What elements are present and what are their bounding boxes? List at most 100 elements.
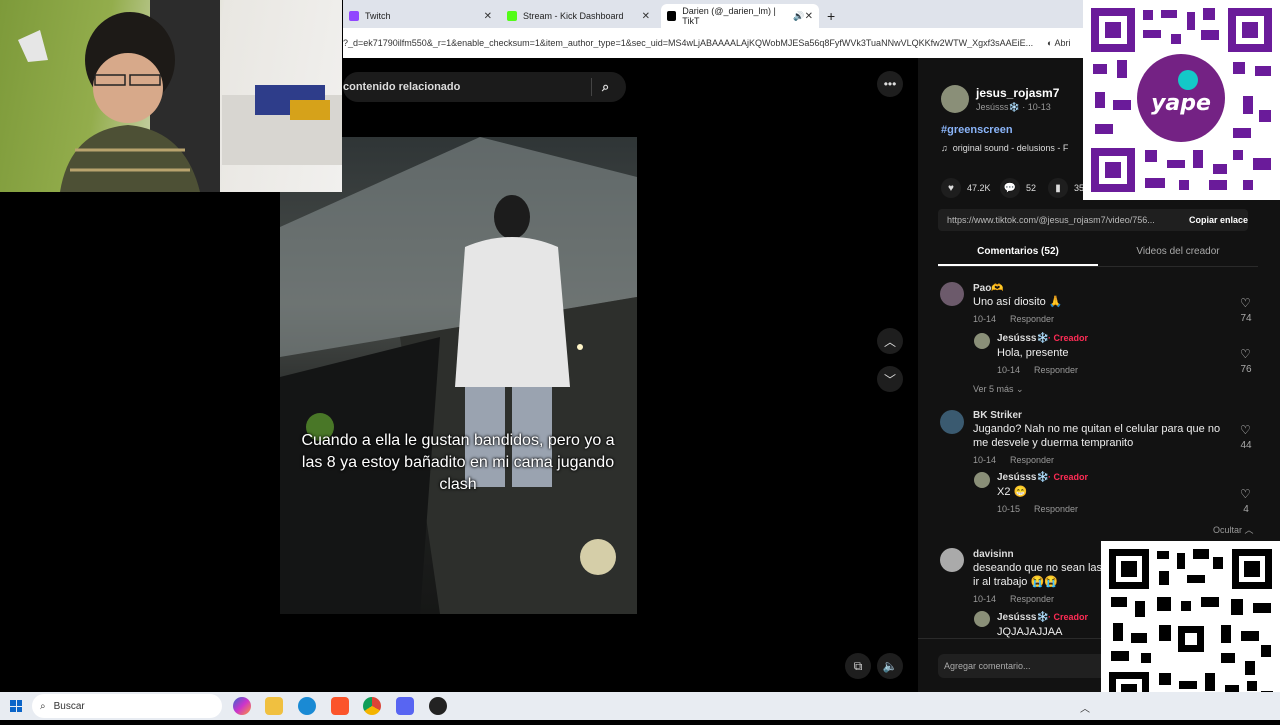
reply-button[interactable]: Responder — [1010, 455, 1054, 465]
brave-icon[interactable] — [331, 697, 349, 715]
comment-text: Uno así diosito 🙏 — [973, 296, 1063, 308]
view-more-replies[interactable]: Ver 5 más ⌄ — [973, 384, 1024, 395]
author-display: Jesússs❄️ · 10-13 — [976, 102, 1051, 112]
comment-text: deseando que no sean las ir al trabajo 😭… — [973, 562, 1103, 588]
speaker-icon: 🔊 — [793, 10, 805, 21]
tab-comments[interactable]: Comentarios (52) — [938, 246, 1098, 257]
tab-kick[interactable]: Stream - Kick Dashboard ✕ — [501, 4, 656, 28]
avatar[interactable] — [974, 333, 990, 349]
discord-icon[interactable] — [396, 697, 414, 715]
video-scene — [280, 137, 637, 614]
reply-date: 10-15 — [997, 504, 1021, 514]
like-count: 74 — [1240, 313, 1252, 324]
bookmark-icon[interactable]: ▮ — [1048, 178, 1068, 198]
comment-user[interactable]: davisinn — [973, 549, 1014, 560]
webcam-overlay — [0, 0, 342, 192]
reply-date: 10-14 — [997, 365, 1021, 375]
start-button[interactable] — [10, 700, 22, 712]
chevron-down-icon[interactable]: ﹀ — [877, 366, 903, 392]
file-explorer-icon[interactable] — [265, 697, 283, 715]
comment-text: Jugando? Nah no me quitan el celular par… — [973, 423, 1221, 449]
reply-text: X2 😁 — [997, 486, 1028, 498]
reply-user[interactable]: Jesússs❄️ — [997, 472, 1049, 483]
avatar[interactable] — [940, 282, 964, 306]
reply-text: JQJAJAJJAA — [997, 626, 1063, 638]
copy-link-button[interactable]: Copiar enlace — [1183, 215, 1248, 225]
music-icon: ♫ — [941, 143, 948, 153]
twitch-icon — [349, 11, 359, 21]
obs-icon[interactable] — [429, 697, 447, 715]
qr-pattern: yape — [1083, 0, 1280, 200]
comment-icon[interactable]: 💬 — [1000, 178, 1020, 198]
avatar[interactable] — [940, 410, 964, 434]
taskbar-search[interactable]: ⌕ Buscar — [32, 694, 222, 718]
creator-badge: · Creador — [1048, 472, 1089, 482]
close-icon[interactable]: ✕ — [484, 11, 492, 22]
hide-replies[interactable]: Ocultar ︿ — [1213, 523, 1254, 536]
close-icon[interactable]: ✕ — [805, 11, 813, 22]
like-icon[interactable]: ♡ — [1240, 347, 1251, 361]
hashtag-link[interactable]: #greenscreen — [941, 124, 1013, 136]
comment-user[interactable]: BK Striker — [973, 410, 1022, 421]
search-icon: ⌕ — [40, 700, 46, 712]
reply-user[interactable]: Jesússs❄️ — [997, 612, 1049, 623]
tab-label: Stream - Kick Dashboard — [523, 11, 624, 21]
webcam-scene — [18, 0, 342, 192]
sound-link[interactable]: ♫ original sound - delusions - F — [941, 143, 1068, 153]
tab-creator-videos[interactable]: Videos del creador — [1098, 246, 1258, 257]
avatar[interactable] — [940, 548, 964, 572]
more-options-icon[interactable]: ••• — [877, 71, 903, 97]
browser-tab-bar: Twitch ✕ Stream - Kick Dashboard ✕ Darie… — [343, 0, 1083, 28]
chevron-up-icon[interactable]: ︿ — [877, 328, 903, 354]
video-frame — [280, 137, 637, 614]
reply-button[interactable]: Responder — [1034, 504, 1078, 514]
system-tray-chevron-icon[interactable]: ︿ — [1080, 700, 1090, 715]
search-text: contenido relacionado — [343, 81, 461, 93]
video-caption: Cuando a ella le gustan bandidos, pero y… — [301, 432, 615, 493]
comment-stat[interactable]: 💬 52 — [1000, 178, 1036, 198]
like-stat[interactable]: ♥ 47.2K — [941, 178, 991, 198]
reply-user[interactable]: Jesússs❄️ — [997, 333, 1049, 344]
chrome-icon[interactable] — [363, 697, 381, 715]
save-stat[interactable]: ▮ 35 — [1048, 178, 1084, 198]
like-count: 76 — [1240, 364, 1252, 375]
reply-button[interactable]: Responder — [1010, 594, 1054, 604]
tab-tiktok[interactable]: Darien (@_darien_lm) | TikT 🔊 ✕ — [661, 4, 819, 28]
avatar[interactable] — [974, 472, 990, 488]
floating-player-icon[interactable]: ⧉ — [845, 653, 871, 679]
volume-icon[interactable]: 🔈 — [877, 653, 903, 679]
reply-text: Hola, presente — [997, 347, 1069, 359]
new-tab-button[interactable]: + — [821, 4, 841, 28]
divider — [938, 266, 1258, 267]
bookmark-label[interactable]: ◐ Abri — [1047, 38, 1070, 48]
url-text: ?_d=ek71790ilfm550&_r=1&enable_checksum=… — [343, 38, 1034, 48]
close-icon[interactable]: ✕ — [642, 11, 650, 22]
like-icon[interactable]: ♡ — [1240, 423, 1251, 437]
search-icon[interactable]: ⌕ — [602, 79, 609, 95]
video-url: https://www.tiktok.com/@jesus_rojasm7/vi… — [947, 215, 1155, 225]
copilot-icon[interactable] — [233, 697, 251, 715]
yape-qr-code: yape — [1083, 0, 1280, 200]
tab-label: Twitch — [365, 11, 391, 21]
author-username[interactable]: jesus_rojasm7 — [976, 86, 1059, 100]
comment-date: 10-14 — [973, 455, 997, 465]
heart-icon[interactable]: ♥ — [941, 178, 961, 198]
yape-logo: yape — [1151, 91, 1211, 116]
reply-button[interactable]: Responder — [1034, 365, 1078, 375]
comment-user[interactable]: Pao🫶 — [973, 283, 1004, 294]
edge-icon[interactable] — [298, 697, 316, 715]
creator-badge: · Creador — [1048, 333, 1089, 343]
comment-date: 10-14 — [973, 594, 997, 604]
avatar[interactable] — [941, 85, 969, 113]
address-bar[interactable]: ?_d=ek71790ilfm550&_r=1&enable_checksum=… — [343, 28, 1083, 58]
creator-badge: · Creador — [1048, 612, 1089, 622]
tab-twitch[interactable]: Twitch ✕ — [343, 4, 498, 28]
avatar[interactable] — [974, 611, 990, 627]
search-divider — [591, 78, 592, 96]
like-count: 44 — [1240, 440, 1252, 451]
add-comment-input[interactable]: Agregar comentario... — [938, 654, 1114, 678]
like-icon[interactable]: ♡ — [1240, 487, 1251, 501]
reply-button[interactable]: Responder — [1010, 314, 1054, 324]
search-bar[interactable]: contenido relacionado ⌕ — [343, 72, 626, 102]
like-icon[interactable]: ♡ — [1240, 296, 1251, 310]
